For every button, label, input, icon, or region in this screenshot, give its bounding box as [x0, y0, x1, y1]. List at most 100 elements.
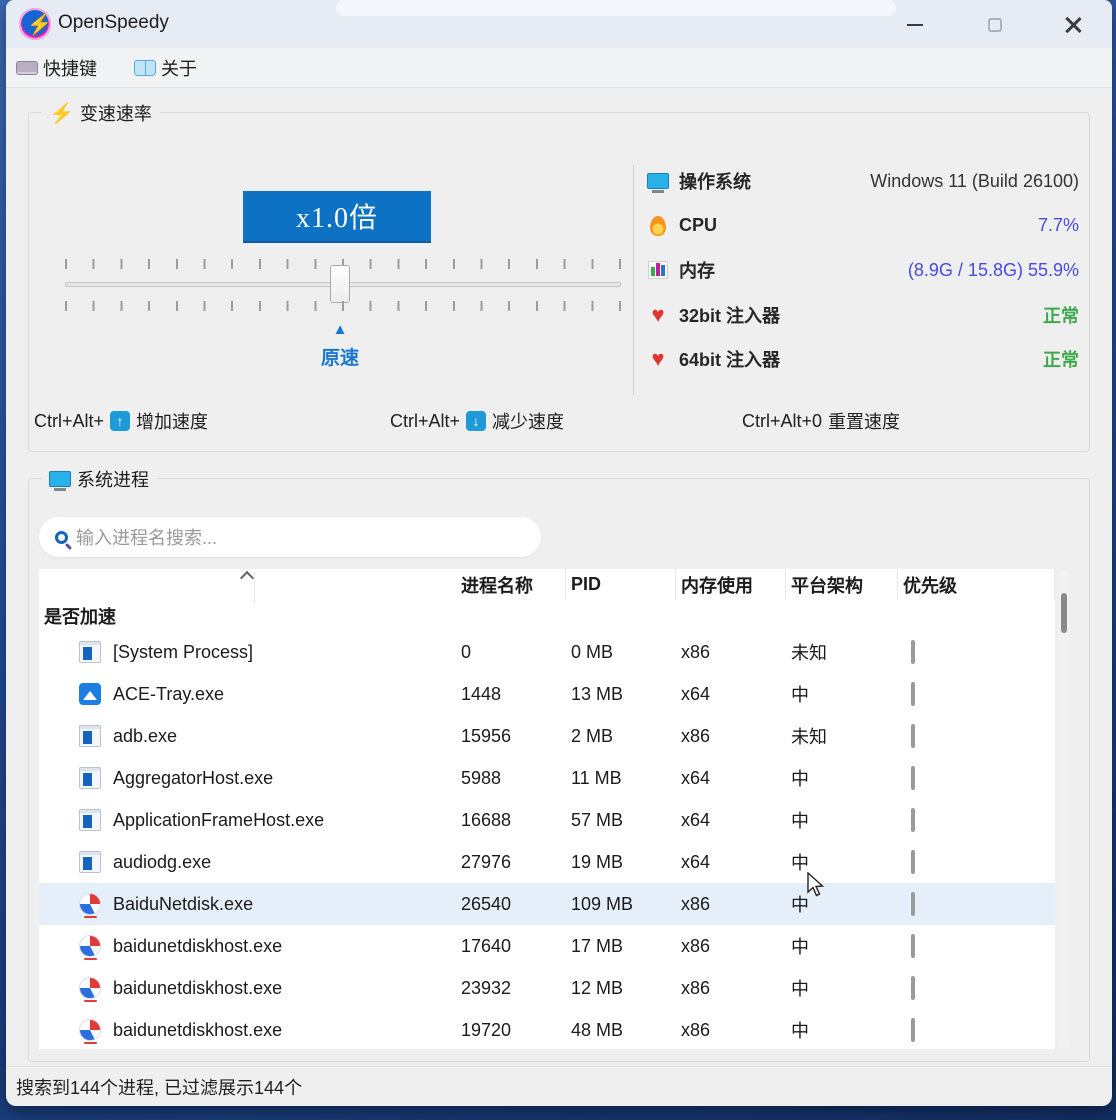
- process-memory: 17 MB: [566, 936, 676, 957]
- process-pid: 27976: [456, 852, 566, 873]
- hotkey-action: 重置速度: [828, 408, 900, 434]
- titlebar-highlight: [336, 0, 896, 16]
- accelerate-checkbox[interactable]: [911, 766, 915, 790]
- accelerate-cell: [898, 684, 1055, 705]
- hotkey-prefix: Ctrl+Alt+0: [742, 411, 822, 432]
- process-pid: 16688: [456, 810, 566, 831]
- process-row[interactable]: baidunetdiskhost.exe 23932 12 MB x86 中: [39, 967, 1055, 1009]
- process-pid: 5988: [456, 768, 566, 789]
- process-name-cell: baidunetdiskhost.exe: [39, 1019, 456, 1041]
- process-pid: 23932: [456, 978, 566, 999]
- accelerate-checkbox[interactable]: [911, 1018, 915, 1042]
- process-pid: 0: [456, 642, 566, 663]
- process-row[interactable]: adb.exe 15956 2 MB x86 未知: [39, 715, 1055, 757]
- process-memory: 48 MB: [566, 1020, 676, 1041]
- process-memory: 11 MB: [566, 768, 676, 789]
- lightning-icon: ⚡: [49, 101, 74, 126]
- book-icon: [134, 60, 156, 76]
- process-memory: 12 MB: [566, 978, 676, 999]
- table-scrollbar[interactable]: [1059, 569, 1069, 1049]
- process-name: baidunetdiskhost.exe: [113, 978, 282, 999]
- column-header-pid[interactable]: PID: [566, 569, 676, 600]
- process-pid: 15956: [456, 726, 566, 747]
- menu-item-shortcuts[interactable]: 快捷键: [16, 48, 97, 88]
- process-row[interactable]: ACE-Tray.exe 1448 13 MB x64 中: [39, 673, 1055, 715]
- minimize-button[interactable]: [892, 10, 938, 40]
- app-logo-icon: ⚡: [19, 8, 51, 40]
- scrollbar-thumb[interactable]: [1061, 593, 1067, 633]
- process-row[interactable]: ApplicationFrameHost.exe 16688 57 MB x64…: [39, 799, 1055, 841]
- process-search-input[interactable]: 输入进程名搜索...: [39, 517, 541, 557]
- injector64-status: 正常: [1043, 346, 1079, 372]
- process-row[interactable]: baidunetdiskhost.exe 17640 17 MB x86 中: [39, 925, 1055, 967]
- accelerate-cell: [898, 978, 1055, 999]
- memory-label: 内存: [679, 257, 715, 283]
- computer-icon: [49, 471, 71, 487]
- process-memory: 109 MB: [566, 894, 676, 915]
- process-pid: 17640: [456, 936, 566, 957]
- process-memory: 19 MB: [566, 852, 676, 873]
- accelerate-checkbox[interactable]: [911, 640, 915, 664]
- accelerate-checkbox[interactable]: [911, 808, 915, 832]
- speed-multiplier-button[interactable]: x1.0倍: [243, 191, 431, 243]
- process-group-label: 系统进程: [41, 466, 157, 492]
- process-name: AggregatorHost.exe: [113, 768, 273, 789]
- minimize-icon: [907, 24, 923, 26]
- sort-ascending-icon[interactable]: [241, 572, 255, 603]
- injector64-label: 64bit 注入器: [679, 346, 780, 372]
- accelerate-checkbox[interactable]: [911, 892, 915, 916]
- process-name-cell: AggregatorHost.exe: [39, 767, 456, 789]
- origin-speed-marker: ▲: [325, 321, 355, 338]
- close-button[interactable]: [1050, 10, 1096, 40]
- process-row[interactable]: baidunetdiskhost.exe 19720 48 MB x86 中: [39, 1009, 1055, 1049]
- menu-item-about[interactable]: 关于: [134, 48, 197, 88]
- process-icon: [79, 641, 101, 663]
- accelerate-checkbox[interactable]: [911, 976, 915, 1000]
- column-header-name[interactable]: 进程名称: [456, 569, 566, 600]
- hotkey-decrease: Ctrl+Alt+ ↓ 减少速度: [390, 404, 564, 438]
- accelerate-cell: [898, 894, 1055, 915]
- accelerate-checkbox[interactable]: [911, 724, 915, 748]
- column-header-memory[interactable]: 内存使用: [676, 569, 786, 600]
- accelerate-checkbox[interactable]: [911, 682, 915, 706]
- process-row[interactable]: audiodg.exe 27976 19 MB x64 中: [39, 841, 1055, 883]
- process-arch: x86: [676, 894, 786, 915]
- process-name-cell: audiodg.exe: [39, 851, 456, 873]
- column-header-arch[interactable]: 平台架构: [786, 569, 898, 600]
- status-text: 搜索到144个进程, 已过滤展示144个: [16, 1074, 302, 1100]
- process-row[interactable]: AggregatorHost.exe 5988 11 MB x64 中: [39, 757, 1055, 799]
- maximize-button[interactable]: [972, 10, 1018, 40]
- speed-group-label: ⚡ 变速速率: [41, 100, 160, 126]
- cpu-label: CPU: [679, 215, 717, 236]
- close-icon: [1064, 16, 1082, 34]
- process-row[interactable]: BaiduNetdisk.exe 26540 109 MB x86 中: [39, 883, 1055, 925]
- search-placeholder: 输入进程名搜索...: [76, 524, 217, 550]
- process-name: BaiduNetdisk.exe: [113, 894, 253, 915]
- process-memory: 2 MB: [566, 726, 676, 747]
- hotkey-prefix: Ctrl+Alt+: [390, 411, 460, 432]
- os-value: Windows 11 (Build 26100): [870, 171, 1079, 192]
- lightning-glyph: ⚡: [27, 12, 52, 37]
- accelerate-checkbox[interactable]: [911, 934, 915, 958]
- titlebar[interactable]: ⚡ OpenSpeedy: [6, 0, 1112, 48]
- process-priority: 中: [786, 891, 898, 917]
- memory-value: (8.9G / 15.8G) 55.9%: [908, 260, 1079, 281]
- process-priority: 中: [786, 807, 898, 833]
- process-icon: [79, 1019, 101, 1041]
- app-title: OpenSpeedy: [58, 12, 169, 34]
- accelerate-checkbox[interactable]: [911, 850, 915, 874]
- origin-speed-label: 原速: [310, 343, 370, 370]
- column-header-priority[interactable]: 优先级: [898, 569, 1055, 600]
- sysinfo-row-injector32: ♥ 32bit 注入器 正常: [645, 293, 1079, 338]
- os-label: 操作系统: [679, 168, 751, 194]
- process-name: baidunetdiskhost.exe: [113, 936, 282, 957]
- down-arrow-key-icon: ↓: [466, 411, 486, 431]
- speed-slider-handle[interactable]: [330, 265, 350, 303]
- process-pid: 1448: [456, 684, 566, 705]
- process-icon: [79, 767, 101, 789]
- cpu-value: 7.7%: [1038, 215, 1079, 236]
- column-header-accelerate[interactable]: 是否加速: [39, 600, 456, 631]
- process-table-header: 进程名称 PID 内存使用 平台架构 优先级 是否加速: [39, 569, 1055, 631]
- process-row[interactable]: [System Process] 0 0 MB x86 未知: [39, 631, 1055, 673]
- menubar: 快捷键 关于: [6, 48, 1112, 88]
